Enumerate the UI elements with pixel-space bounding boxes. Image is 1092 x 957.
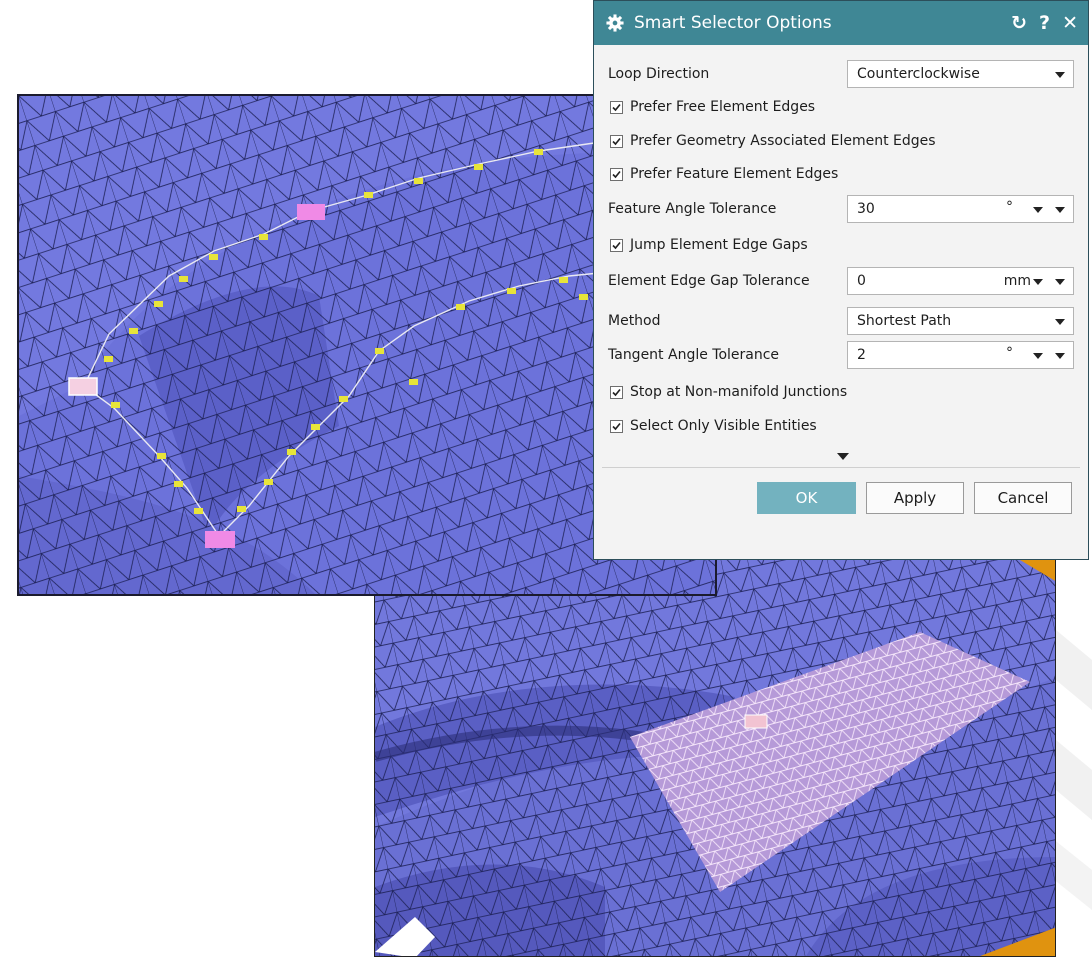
visible-only-row: Select Only Visible Entities: [594, 410, 1088, 442]
visible-only-checkbox[interactable]: Select Only Visible Entities: [610, 418, 817, 434]
chevron-down-icon[interactable]: [1033, 279, 1043, 285]
divider: [602, 467, 1080, 468]
method-row: Method Shortest Path: [594, 305, 1088, 337]
ok-button[interactable]: OK: [757, 482, 856, 514]
gear-icon: [606, 14, 624, 32]
method-label: Method: [608, 313, 661, 329]
cancel-button[interactable]: Cancel: [974, 482, 1072, 514]
jump-gaps-checkbox[interactable]: Jump Element Edge Gaps: [610, 237, 808, 253]
checkbox-checked-icon: [610, 100, 623, 114]
loop-direction-value: Counterclockwise: [857, 66, 980, 82]
feature-angle-row: Feature Angle Tolerance 30 °: [594, 193, 1088, 225]
edge-gap-unit: mm: [1003, 273, 1031, 289]
loop-direction-label: Loop Direction: [608, 66, 710, 82]
method-value: Shortest Path: [857, 313, 952, 329]
checkbox-checked-icon: [610, 385, 623, 399]
chevron-down-icon[interactable]: [1055, 353, 1065, 359]
chevron-down-icon[interactable]: [1055, 279, 1065, 285]
smart-selector-options-dialog[interactable]: Smart Selector Options ↻ ? ✕ Loop Direct…: [593, 0, 1089, 560]
edge-gap-row: Element Edge Gap Tolerance 0 mm: [594, 265, 1088, 297]
visible-only-label: Select Only Visible Entities: [630, 418, 817, 434]
prefer-feature-checkbox[interactable]: Prefer Feature Element Edges: [610, 166, 838, 182]
prefer-geometry-label: Prefer Geometry Associated Element Edges: [630, 133, 936, 149]
prefer-free-label: Prefer Free Element Edges: [630, 99, 816, 115]
method-select[interactable]: Shortest Path: [847, 307, 1074, 335]
jump-gaps-row: Jump Element Edge Gaps: [594, 229, 1088, 261]
checkbox-checked-icon: [610, 419, 623, 433]
prefer-free-row: Prefer Free Element Edges: [594, 91, 1088, 123]
reset-icon[interactable]: ↻: [1011, 12, 1027, 34]
tangent-angle-label: Tangent Angle Tolerance: [608, 347, 780, 363]
chevron-down-icon: [1055, 72, 1065, 78]
tangent-angle-unit: °: [1006, 345, 1013, 361]
dialog-title: Smart Selector Options: [634, 13, 832, 33]
stop-nonmanifold-row: Stop at Non-manifold Junctions: [594, 376, 1088, 408]
prefer-geometry-row: Prefer Geometry Associated Element Edges: [594, 125, 1088, 157]
chevron-down-icon[interactable]: [1033, 353, 1043, 359]
dialog-title-bar[interactable]: Smart Selector Options ↻ ? ✕: [594, 1, 1088, 45]
checkbox-checked-icon: [610, 167, 623, 181]
stop-nonmanifold-checkbox[interactable]: Stop at Non-manifold Junctions: [610, 384, 847, 400]
loop-direction-row: Loop Direction Counterclockwise: [594, 58, 1088, 90]
jump-gaps-label: Jump Element Edge Gaps: [630, 237, 808, 253]
edge-gap-label: Element Edge Gap Tolerance: [608, 273, 810, 289]
chevron-down-icon[interactable]: [1033, 207, 1043, 213]
checkbox-checked-icon: [610, 134, 623, 148]
apply-button[interactable]: Apply: [866, 482, 964, 514]
expand-more-chevron-icon[interactable]: [837, 453, 849, 460]
checkbox-checked-icon: [610, 238, 623, 252]
prefer-free-checkbox[interactable]: Prefer Free Element Edges: [610, 99, 815, 115]
tangent-angle-input[interactable]: 2 °: [847, 341, 1074, 369]
feature-angle-unit: °: [1006, 199, 1013, 215]
close-icon[interactable]: ✕: [1062, 12, 1078, 34]
chevron-down-icon[interactable]: [1055, 207, 1065, 213]
mesh-viewport-face-selection[interactable]: [374, 556, 1056, 957]
loop-direction-select[interactable]: Counterclockwise: [847, 60, 1074, 88]
feature-angle-label: Feature Angle Tolerance: [608, 201, 777, 217]
prefer-feature-row: Prefer Feature Element Edges: [594, 158, 1088, 190]
chevron-down-icon: [1055, 319, 1065, 325]
tangent-angle-row: Tangent Angle Tolerance 2 °: [594, 339, 1088, 371]
edge-gap-input[interactable]: 0 mm: [847, 267, 1074, 295]
feature-angle-input[interactable]: 30 °: [847, 195, 1074, 223]
stop-nonmanifold-label: Stop at Non-manifold Junctions: [630, 384, 848, 400]
prefer-geometry-checkbox[interactable]: Prefer Geometry Associated Element Edges: [610, 133, 936, 149]
help-icon[interactable]: ?: [1039, 12, 1050, 34]
prefer-feature-label: Prefer Feature Element Edges: [630, 166, 839, 182]
